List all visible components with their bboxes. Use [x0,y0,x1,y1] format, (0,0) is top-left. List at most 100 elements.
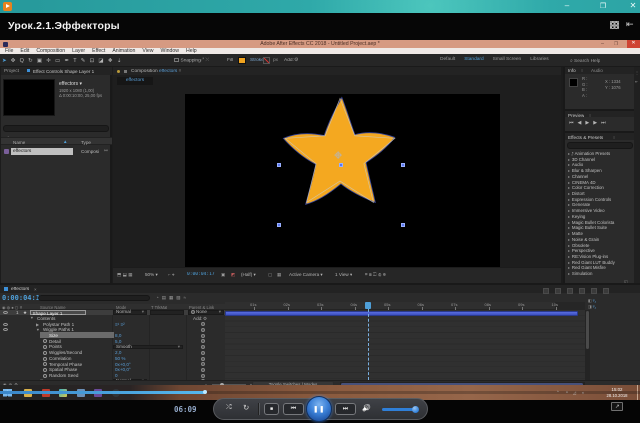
timeline-search-input[interactable]: ⌕ [38,295,150,302]
stroke-label[interactable]: Stroke [250,58,264,63]
menu-animation[interactable]: Animation [112,48,135,54]
twirl-icon[interactable]: ▸ [568,181,570,185]
twirl-icon[interactable]: ▸ [568,221,570,225]
collapse-arrow-icon[interactable]: ⇤ [626,19,634,30]
brush-tool[interactable]: ✎ [81,58,86,64]
menu-view[interactable]: View [142,48,153,54]
volume-slider[interactable] [382,408,418,411]
pick-whip-icon[interactable] [201,357,205,361]
visibility-eye-icon[interactable] [3,328,8,331]
add-gear-icon[interactable]: ⚙ [294,57,298,63]
workspace-small-screen[interactable]: Small Screen [493,57,522,62]
shuffle-button[interactable]: ⤮ [226,404,232,412]
stop-button[interactable]: ■ [264,403,279,415]
twirl-icon[interactable]: ▸ [568,261,570,265]
view-option-icons[interactable]: ⌗ ⊞ ◫ ⚙ ⊕ [365,272,386,277]
menu-composition[interactable]: Composition [36,48,65,54]
twirl-icon[interactable]: ▸ [568,186,570,190]
speaker-icon[interactable]: 🔊 [362,404,371,412]
stopwatch-icon[interactable] [43,362,47,366]
fill-swatch[interactable] [238,57,246,64]
ae-minimize-button[interactable]: – [601,41,604,47]
hand-tool[interactable]: ✥ [11,58,16,64]
channels-icon[interactable]: ◩ [231,272,235,278]
comp-flowchart-icons[interactable]: ⬒ ⬓ ▦ [117,272,133,278]
star-shape[interactable] [275,91,405,221]
preview-play-button[interactable]: ▶ [585,120,589,126]
visibility-eye-icon[interactable] [3,311,8,314]
search-help[interactable]: ⌕ Search Help [570,58,600,64]
pick-whip-icon[interactable] [201,362,205,366]
twirl-icon[interactable]: ▸ [568,192,570,196]
twirl-icon[interactable]: ▸ [568,158,570,162]
twirl-icon[interactable]: ▸ [568,272,570,276]
selection-handle[interactable] [277,163,281,167]
timeline-header-icon[interactable] [579,288,585,294]
flowchart-icon[interactable]: ⚯ [104,148,108,154]
previous-button[interactable]: ⏮ [283,403,304,415]
player-close-button[interactable]: ✕ [626,0,640,13]
effects-category[interactable]: ▸Simulation [565,271,634,277]
selection-handle[interactable] [401,223,405,227]
stopwatch-icon[interactable] [43,351,47,355]
menu-edit[interactable]: Edit [20,48,29,54]
timeline-vscrollbar[interactable] [585,310,590,380]
twirl-icon[interactable]: ▸ [568,244,570,248]
zoom-select[interactable]: 50% ▾ [145,272,158,278]
stopwatch-icon[interactable] [43,345,47,349]
twirl-icon[interactable]: ▼ [36,328,40,332]
transparency-grid-icon[interactable]: ▦ [277,272,281,278]
workspace-default[interactable]: Default [440,57,455,62]
preview-step-back-button[interactable]: ◀ [578,120,582,126]
pick-whip-icon[interactable] [201,322,205,326]
preview-step-forward-button[interactable]: ▶ [593,120,597,126]
twirl-icon[interactable]: ▸ [568,226,570,230]
playlist-icon[interactable] [610,21,619,29]
tray-clock-date[interactable]: 28.10.2018 [600,393,634,398]
twirl-icon[interactable]: ▸ [568,152,570,156]
roi-icon[interactable]: ▢ [268,272,272,278]
project-search-input[interactable]: ⌕ [3,125,109,132]
twirl-icon[interactable]: ▸ [568,215,570,219]
snapping-checkbox[interactable]: Snapping [174,58,201,64]
timeline-header-icon[interactable] [543,288,549,294]
twirl-icon[interactable]: ▸ [568,175,570,179]
pick-whip-icon[interactable] [201,345,205,349]
comp-timecode[interactable]: 0:00:04:17 [187,272,215,277]
layer-trkmat-select[interactable] [150,310,184,315]
tab-effect-controls[interactable]: Effect Controls Shape Layer 1 [33,69,108,74]
workspace-libraries[interactable]: Libraries [530,57,548,62]
timeline-header-icon[interactable] [567,288,573,294]
camera-select[interactable]: Active Camera ▾ [289,272,323,278]
effects-search-input[interactable]: ⌕ [567,142,633,149]
project-row-effectors[interactable]: effectors Composi ⚯ [1,147,112,155]
pick-whip-icon[interactable] [201,374,205,378]
puppet-pin-tool[interactable]: ⇣ [117,58,122,64]
timeline-graph-area[interactable] [225,310,585,380]
add-label[interactable]: Add: [284,58,294,63]
shape-tool[interactable]: ▭ [55,58,60,64]
dock-arrow-icon[interactable]: ⇤ [635,79,638,84]
tab-preview[interactable]: Preview [568,113,584,118]
fill-label[interactable]: Fill [227,58,233,63]
pick-whip-icon[interactable] [201,328,205,332]
timeline-header-icon[interactable] [591,288,597,294]
workspace-standard[interactable]: Standard [464,57,483,62]
stroke-swatch[interactable] [263,57,270,64]
property-dropdown[interactable]: Smooth▾ [113,345,183,350]
next-button[interactable]: ⏭ [335,403,356,415]
stopwatch-icon[interactable] [43,374,47,378]
project-col-name[interactable]: Name [13,140,25,145]
twirl-icon[interactable]: ▸ [568,255,570,259]
ruler-icon[interactable]: ⌐ ⌖ [168,272,175,277]
selection-handle[interactable] [339,163,343,167]
stopwatch-icon[interactable] [43,357,47,361]
clone-stamp-tool[interactable]: ⊡ [90,58,95,64]
menu-layer[interactable]: Layer [72,48,85,54]
preview-skip-to-start-button[interactable]: ⏮ [569,120,574,126]
menu-help[interactable]: Help [186,48,197,54]
resolution-select[interactable]: (Half) ▾ [241,272,256,278]
tab-audio[interactable]: Audio [591,68,603,73]
preview-skip-to-end-button[interactable]: ⏭ [601,120,606,126]
viewer-lock-icon[interactable] [117,70,120,73]
